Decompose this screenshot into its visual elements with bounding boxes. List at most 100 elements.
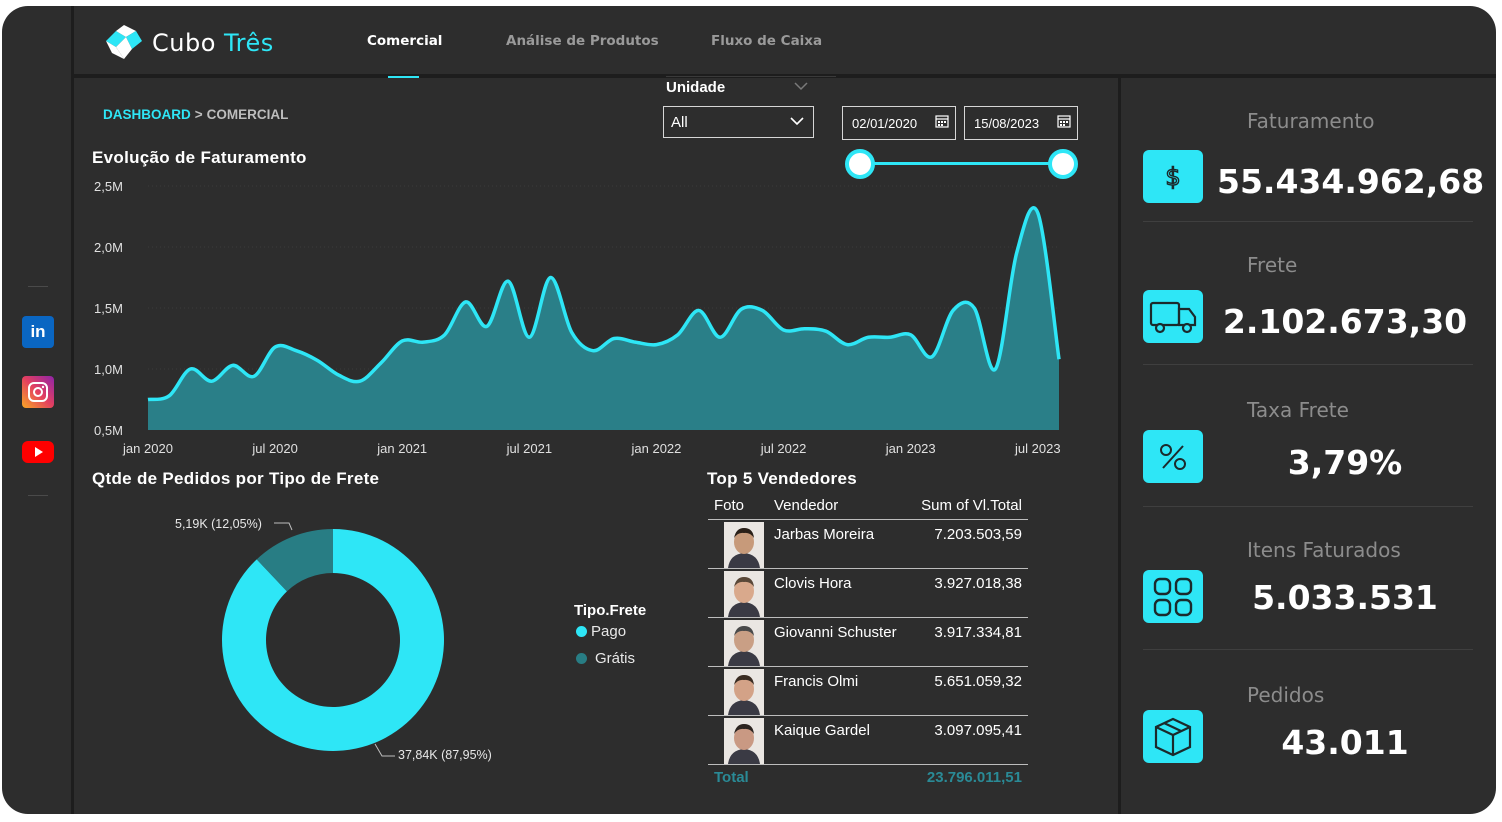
kpi-panel-divider bbox=[1118, 78, 1121, 814]
revenue-point[interactable] bbox=[334, 370, 344, 380]
x-tick-label: jan 2021 bbox=[376, 441, 427, 456]
column-header-foto[interactable]: Foto bbox=[708, 497, 774, 514]
linkedin-button[interactable]: in bbox=[22, 316, 54, 348]
revenue-point[interactable] bbox=[863, 332, 873, 342]
logo[interactable]: Cubo Três bbox=[102, 22, 302, 64]
y-tick-label: 1,0M bbox=[94, 362, 123, 377]
revenue-point[interactable] bbox=[588, 346, 598, 356]
breadcrumb-home[interactable]: DASHBOARD bbox=[103, 107, 191, 122]
revenue-point[interactable] bbox=[185, 364, 195, 374]
revenue-point[interactable] bbox=[927, 352, 937, 362]
unit-filter-label: Unidade bbox=[666, 79, 726, 96]
revenue-point[interactable] bbox=[694, 305, 704, 315]
x-tick-label: jan 2023 bbox=[885, 441, 936, 456]
svg-text:$: $ bbox=[1165, 163, 1180, 191]
revenue-point[interactable] bbox=[757, 305, 767, 315]
calendar-icon[interactable] bbox=[935, 114, 949, 131]
revenue-point[interactable] bbox=[630, 337, 640, 347]
unit-dropdown[interactable]: All bbox=[663, 106, 814, 138]
start-date-input[interactable]: 02/01/2020 bbox=[842, 106, 956, 140]
column-header-vendedor[interactable]: Vendedor bbox=[774, 497, 910, 514]
logo-text: Cubo Três bbox=[152, 29, 274, 57]
revenue-point[interactable] bbox=[948, 305, 958, 315]
legend-label-pago: Pago bbox=[591, 623, 627, 640]
revenue-point[interactable] bbox=[418, 337, 428, 347]
revenue-point[interactable] bbox=[291, 346, 301, 356]
revenue-point[interactable] bbox=[228, 360, 238, 370]
donut-label-pago: 37,84K (87,95%) bbox=[398, 748, 492, 762]
legend-dot-gratis bbox=[576, 653, 587, 664]
revenue-point[interactable] bbox=[990, 364, 1000, 374]
date-range-slider-track[interactable] bbox=[860, 162, 1064, 165]
revenue-point[interactable] bbox=[885, 332, 895, 342]
breadcrumb: DASHBOARD > COMERCIAL bbox=[103, 107, 288, 122]
revenue-point[interactable] bbox=[842, 340, 852, 350]
revenue-point[interactable] bbox=[800, 324, 810, 334]
legend-title: Tipo.Frete bbox=[574, 602, 647, 619]
revenue-point[interactable] bbox=[673, 330, 683, 340]
revenue-point[interactable] bbox=[397, 336, 407, 346]
linkedin-icon: in bbox=[30, 322, 46, 341]
kpi-separator bbox=[1143, 364, 1473, 365]
revenue-point[interactable] bbox=[546, 273, 556, 283]
end-date-input[interactable]: 15/08/2023 bbox=[964, 106, 1078, 140]
revenue-point[interactable] bbox=[567, 327, 577, 337]
seller-name: Clovis Hora bbox=[774, 575, 852, 592]
kpi-title: Taxa Frete bbox=[1247, 398, 1349, 422]
revenue-point[interactable] bbox=[736, 304, 746, 314]
donut-label-gratis: 5,19K (12,05%) bbox=[175, 517, 262, 531]
revenue-point[interactable] bbox=[1033, 208, 1043, 218]
table-row[interactable]: Clovis Hora 3.927.018,38 bbox=[708, 569, 1028, 618]
revenue-point[interactable] bbox=[906, 330, 916, 340]
revenue-point[interactable] bbox=[969, 303, 979, 313]
revenue-point[interactable] bbox=[715, 332, 725, 342]
revenue-point[interactable] bbox=[609, 334, 619, 344]
table-row[interactable]: Giovanni Schuster 3.917.334,81 bbox=[708, 618, 1028, 667]
revenue-point[interactable] bbox=[143, 395, 153, 405]
y-tick-label: 2,0M bbox=[94, 240, 123, 255]
revenue-point[interactable] bbox=[1054, 354, 1064, 364]
revenue-point[interactable] bbox=[482, 321, 492, 331]
legend-item-pago[interactable]: Pago bbox=[574, 623, 646, 640]
tab-fluxo-caixa[interactable]: Fluxo de Caixa bbox=[711, 33, 822, 49]
table-row[interactable]: Kaique Gardel 3.097.095,41 bbox=[708, 716, 1028, 765]
collapse-chevron-icon[interactable] bbox=[794, 80, 808, 94]
tab-analise-produtos[interactable]: Análise de Produtos bbox=[506, 33, 659, 49]
legend-item-gratis[interactable]: Grátis bbox=[574, 650, 646, 667]
revenue-point[interactable] bbox=[651, 340, 661, 350]
avatar bbox=[724, 718, 764, 764]
revenue-point[interactable] bbox=[503, 276, 513, 286]
revenue-point[interactable] bbox=[355, 376, 365, 386]
revenue-point[interactable] bbox=[779, 325, 789, 335]
table-row[interactable]: Jarbas Moreira 7.203.503,59 bbox=[708, 520, 1028, 569]
instagram-button[interactable] bbox=[22, 376, 54, 408]
truck-icon bbox=[1147, 299, 1199, 335]
revenue-point[interactable] bbox=[376, 358, 386, 368]
revenue-point[interactable] bbox=[440, 330, 450, 340]
social-divider-bottom bbox=[28, 495, 48, 496]
grid-icon bbox=[1152, 576, 1194, 618]
revenue-point[interactable] bbox=[312, 355, 322, 365]
kpi-icon-box bbox=[1143, 430, 1203, 483]
column-header-total[interactable]: Sum of Vl.Total bbox=[910, 497, 1028, 514]
active-tab-indicator bbox=[388, 76, 419, 78]
avatar bbox=[724, 522, 764, 568]
kpi-value: 55.434.962,68 bbox=[1217, 162, 1485, 201]
revenue-point[interactable] bbox=[524, 332, 534, 342]
revenue-point[interactable] bbox=[461, 297, 471, 307]
end-date-value: 15/08/2023 bbox=[974, 116, 1040, 131]
kpi-value: 5.033.531 bbox=[1252, 578, 1438, 617]
revenue-point[interactable] bbox=[821, 326, 831, 336]
tab-comercial[interactable]: Comercial bbox=[367, 33, 442, 49]
table-row[interactable]: Francis Olmi 5.651.059,32 bbox=[708, 667, 1028, 716]
y-tick-label: 2,5M bbox=[94, 179, 123, 194]
seller-name: Francis Olmi bbox=[774, 673, 859, 690]
calendar-icon[interactable] bbox=[1057, 114, 1071, 131]
revenue-point[interactable] bbox=[164, 391, 174, 401]
revenue-point[interactable] bbox=[207, 376, 217, 386]
revenue-point[interactable] bbox=[270, 342, 280, 352]
youtube-button[interactable] bbox=[22, 436, 54, 468]
revenue-point[interactable] bbox=[1012, 248, 1022, 258]
x-tick-label: jul 2022 bbox=[760, 441, 807, 456]
revenue-point[interactable] bbox=[249, 371, 259, 381]
